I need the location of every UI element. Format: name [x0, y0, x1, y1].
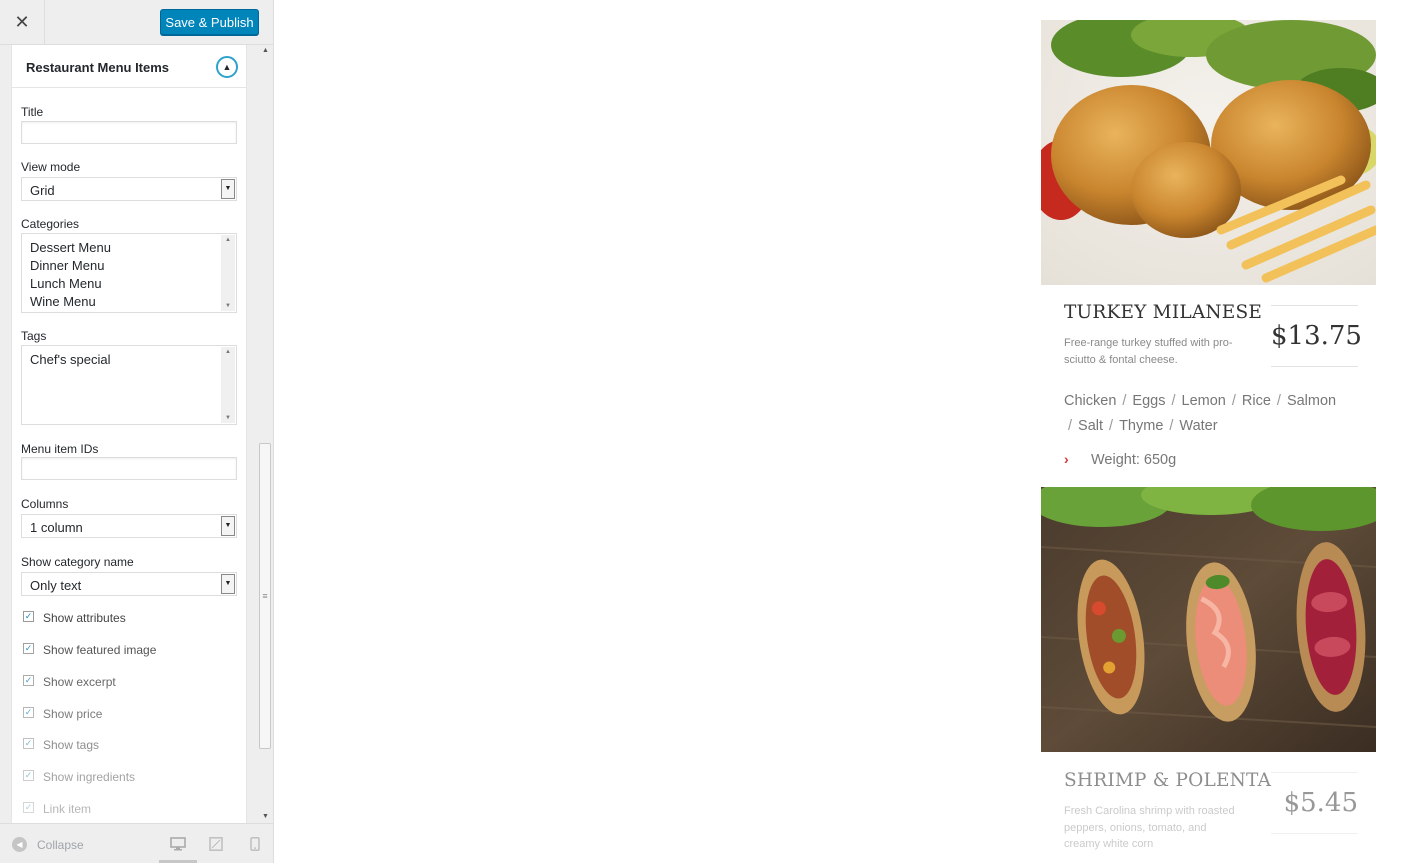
- checkbox-label: Show excerpt: [43, 675, 116, 689]
- category-option[interactable]: Wine Menu: [30, 294, 96, 309]
- show-category-label: Show category name: [21, 555, 134, 569]
- ingredient[interactable]: Lemon: [1182, 393, 1226, 409]
- chevron-down-icon[interactable]: ▼: [221, 516, 235, 536]
- dish-description: Free-range turkey stuffed with pro-sciut…: [1064, 337, 1233, 366]
- site-preview: TURKEY MILANESE Free-range turkey stuffe…: [274, 0, 1411, 863]
- dish-price: $13.75: [1271, 305, 1362, 367]
- scrollbar-thumb[interactable]: ≡: [259, 443, 271, 749]
- tags-listbox[interactable]: Chef's special ▲ ▼: [21, 345, 237, 425]
- widget-header[interactable]: Restaurant Menu Items ▲: [12, 45, 246, 88]
- mobile-icon[interactable]: [247, 837, 263, 851]
- columns-value: 1 column: [30, 520, 83, 535]
- scroll-up-icon[interactable]: ▲: [258, 45, 273, 57]
- ingredient[interactable]: Eggs: [1132, 393, 1165, 409]
- sidebar-scrollbar[interactable]: ▲ ≡ ▼: [258, 45, 273, 823]
- ingredient[interactable]: Salmon: [1287, 393, 1336, 409]
- menu-item-ids-label: Menu item IDs: [21, 442, 99, 456]
- scroll-up-icon[interactable]: ▲: [221, 349, 235, 355]
- scroll-down-icon[interactable]: ▼: [221, 415, 235, 421]
- chevron-down-icon[interactable]: ▼: [221, 179, 235, 199]
- scroll-down-icon[interactable]: ▼: [221, 303, 235, 309]
- checkbox-label: Show ingredients: [43, 770, 136, 784]
- customizer-sidebar: ✕ Save & Publish Restaurant Menu Items ▲…: [0, 0, 274, 863]
- checkbox-label: Show featured image: [43, 643, 157, 657]
- view-mode-label: View mode: [21, 160, 81, 174]
- dish-image-turkey-milanese[interactable]: [1041, 20, 1376, 285]
- save-publish-button[interactable]: Save & Publish: [160, 9, 259, 35]
- menu-item-ids-input[interactable]: [21, 457, 237, 480]
- categories-label: Categories: [21, 217, 80, 231]
- tags-scrollbar[interactable]: ▲ ▼: [221, 347, 235, 423]
- scroll-up-icon[interactable]: ▲: [221, 237, 235, 243]
- checkbox-label: Show attributes: [43, 611, 126, 625]
- collapse-widget-icon[interactable]: ▲: [216, 56, 238, 78]
- desktop-icon[interactable]: [170, 837, 186, 851]
- checkbox-check-icon[interactable]: ✓: [23, 611, 34, 622]
- checkbox-label: Link item: [43, 802, 92, 816]
- ingredient[interactable]: Water: [1179, 418, 1217, 434]
- widget-panel: Restaurant Menu Items ▲ Title View mode …: [11, 45, 247, 823]
- columns-select[interactable]: 1 column ▼: [21, 514, 237, 538]
- tablet-icon[interactable]: [208, 837, 224, 851]
- checkbox-label: Show tags: [43, 738, 100, 752]
- dish-image-shrimp-polenta[interactable]: [1041, 487, 1376, 752]
- dish-name[interactable]: TURKEY MILANESE: [1064, 302, 1262, 323]
- checkbox-label: Show price: [43, 707, 103, 721]
- show-category-select[interactable]: Only text ▼: [21, 572, 237, 596]
- checkbox-check-icon[interactable]: ✓: [23, 802, 34, 813]
- dish-name[interactable]: SHRIMP & POLENTA: [1064, 770, 1271, 791]
- category-option[interactable]: Dessert Menu: [30, 240, 111, 255]
- ingredient[interactable]: Thyme: [1119, 418, 1163, 434]
- categories-listbox[interactable]: Dessert Menu Dinner Menu Lunch Menu Wine…: [21, 233, 237, 313]
- weight-value: Weight: 650g: [1091, 452, 1177, 468]
- widget-title: Restaurant Menu Items: [26, 60, 170, 75]
- dish-price: $5.45: [1271, 772, 1358, 834]
- customizer-header: ✕ Save & Publish: [0, 0, 273, 45]
- columns-label: Columns: [21, 497, 69, 511]
- category-option[interactable]: Dinner Menu: [30, 258, 104, 273]
- chevron-right-icon: ›: [1064, 451, 1069, 467]
- collapse-arrow-icon[interactable]: ◀: [12, 837, 27, 852]
- close-button[interactable]: ✕: [0, 0, 45, 45]
- checkbox-check-icon[interactable]: ✓: [23, 738, 34, 749]
- dish-description: Fresh Carolina shrimp with roasted peppe…: [1064, 805, 1235, 850]
- ingredient[interactable]: Chicken: [1064, 393, 1116, 409]
- tag-option[interactable]: Chef's special: [30, 352, 111, 367]
- ingredients-list: Chicken / Eggs / Lemon / Rice / Salmon / Salt / Thym…: [1064, 393, 1337, 434]
- checkbox-check-icon[interactable]: ✓: [23, 675, 34, 686]
- checkbox-check-icon[interactable]: ✓: [23, 707, 34, 718]
- view-mode-value: Grid: [30, 183, 55, 198]
- collapse-button[interactable]: Collapse: [37, 838, 84, 852]
- checkbox-check-icon[interactable]: ✓: [23, 643, 34, 654]
- category-option[interactable]: Lunch Menu: [30, 276, 102, 291]
- grip-icon: ≡: [262, 590, 268, 601]
- customizer-footer: ◀ Collapse: [0, 823, 273, 863]
- categories-scrollbar[interactable]: ▲ ▼: [221, 235, 235, 311]
- chevron-down-icon[interactable]: ▼: [221, 574, 235, 594]
- scroll-down-icon[interactable]: ▼: [258, 811, 273, 823]
- show-category-value: Only text: [30, 578, 82, 593]
- title-label: Title: [21, 105, 44, 119]
- tags-label: Tags: [21, 329, 47, 343]
- ingredient[interactable]: Rice: [1242, 393, 1271, 409]
- title-input[interactable]: [21, 121, 237, 144]
- checkbox-check-icon[interactable]: ✓: [23, 770, 34, 781]
- ingredient[interactable]: Salt: [1078, 418, 1103, 434]
- view-mode-select[interactable]: Grid ▼: [21, 177, 237, 201]
